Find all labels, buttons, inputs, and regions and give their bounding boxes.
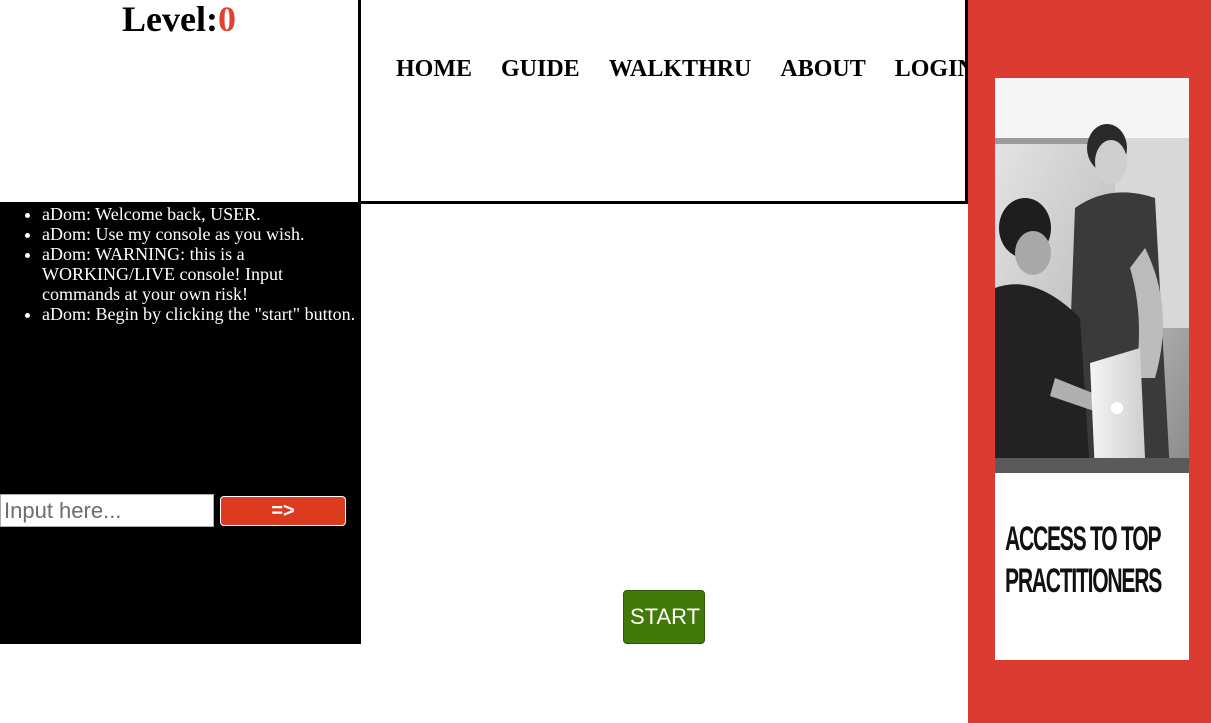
level-label: Level:: [122, 0, 218, 39]
nav-item-walkthru: WALKTHRU: [609, 56, 752, 83]
console-message: aDom: Begin by clicking the "start" butt…: [42, 304, 361, 324]
nav-menu: HOME GUIDE WALKTHRU ABOUT LOGIN: [396, 56, 975, 83]
nav-link-guide[interactable]: GUIDE: [501, 56, 580, 82]
console-log: aDom: Welcome back, USER. aDom: Use my c…: [0, 202, 361, 324]
start-button[interactable]: START: [623, 590, 705, 644]
console-message: aDom: Welcome back, USER.: [42, 204, 361, 224]
page: Level:0 HOME GUIDE WALKTHRU ABOUT LOGIN …: [0, 0, 1211, 723]
nav-item-home: HOME: [396, 56, 472, 83]
nav-link-about[interactable]: ABOUT: [780, 56, 865, 82]
nav-link-walkthru[interactable]: WALKTHRU: [609, 56, 752, 82]
console-input[interactable]: [0, 494, 214, 527]
nav-item-login: LOGIN: [895, 56, 975, 83]
nav-link-login[interactable]: LOGIN: [895, 56, 975, 82]
ad-photo-image: [995, 78, 1189, 473]
ad-banner[interactable]: ACCESS TO TOP PRACTITIONERS: [995, 78, 1189, 660]
console-submit-button[interactable]: =>: [220, 496, 346, 526]
level-heading: Level:0: [0, 0, 358, 38]
level-panel: Level:0: [0, 0, 361, 202]
nav-item-guide: GUIDE: [501, 56, 580, 83]
level-value: 0: [217, 0, 236, 39]
navigation-panel: HOME GUIDE WALKTHRU ABOUT LOGIN: [361, 0, 975, 204]
nav-link-home[interactable]: HOME: [396, 56, 472, 82]
ad-headline-line1: ACCESS TO TOP: [1005, 520, 1162, 558]
ad-sidebar: ACCESS TO TOP PRACTITIONERS: [968, 0, 1211, 723]
ad-headline-line2: PRACTITIONERS: [1005, 562, 1162, 600]
console-panel: aDom: Welcome back, USER. aDom: Use my c…: [0, 202, 361, 644]
console-message: aDom: WARNING: this is a WORKING/LIVE co…: [42, 244, 361, 304]
ad-headline: ACCESS TO TOP PRACTITIONERS: [1005, 518, 1162, 602]
console-message: aDom: Use my console as you wish.: [42, 224, 361, 244]
nav-item-about: ABOUT: [780, 56, 865, 83]
